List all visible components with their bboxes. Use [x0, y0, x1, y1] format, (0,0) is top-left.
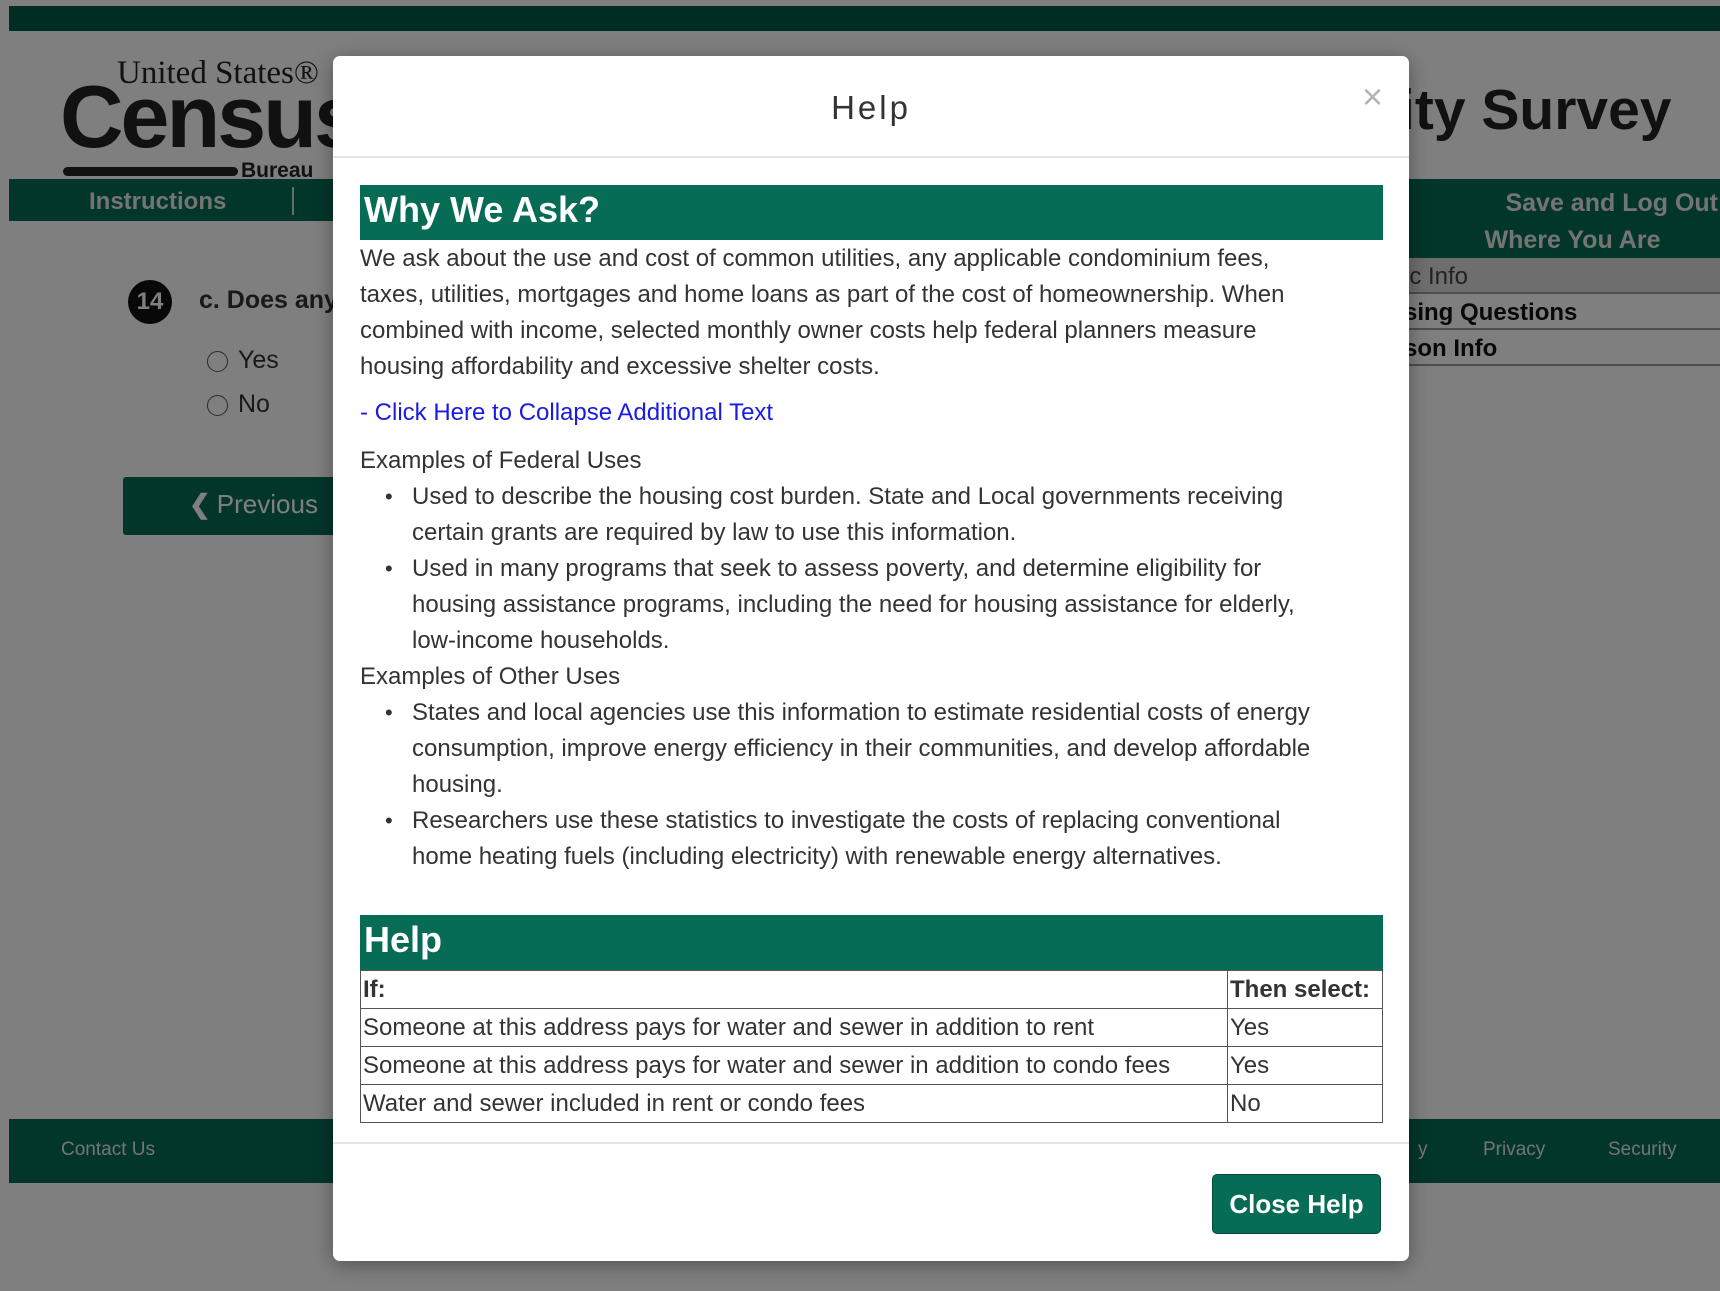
federal-uses-list: Used to describe the housing cost burden… — [360, 479, 1383, 659]
table-row: Someone at this address pays for water a… — [360, 1046, 1383, 1085]
other-uses-heading: Examples of Other Uses — [360, 663, 621, 690]
list-line: housing. — [412, 771, 503, 798]
modal-header: Help × — [333, 56, 1409, 158]
help-table: If: Then select: Someone at this address… — [360, 970, 1383, 1123]
why-line: We ask about the use and cost of common … — [360, 245, 1270, 272]
table-row: Water and sewer included in rent or cond… — [360, 1084, 1383, 1123]
list-line: Used in many programs that seek to asses… — [412, 555, 1262, 582]
collapse-text-link[interactable]: - Click Here to Collapse Additional Text — [360, 399, 1383, 427]
table-cell: Yes — [1227, 1046, 1383, 1085]
why-line: housing affordability and excessive shel… — [360, 353, 880, 380]
column-header-then: Then select: — [1227, 970, 1383, 1009]
list-line: consumption, improve energy efficiency i… — [412, 735, 1311, 762]
list-line: Researchers use these statistics to inve… — [412, 807, 1281, 834]
why-line: taxes, utilities, mortgages and home loa… — [360, 281, 1285, 308]
list-item: Used in many programs that seek to asses… — [385, 551, 1383, 659]
other-uses-list: States and local agencies use this infor… — [360, 695, 1383, 875]
list-line: Used to describe the housing cost burden… — [412, 483, 1284, 510]
federal-uses-heading: Examples of Federal Uses — [360, 447, 642, 474]
table-header-row: If: Then select: — [360, 970, 1383, 1009]
list-line: housing assistance programs, including t… — [412, 591, 1295, 618]
list-item: States and local agencies use this infor… — [385, 695, 1383, 803]
modal-body: Why We Ask? We ask about the use and cos… — [360, 185, 1383, 1123]
list-line: home heating fuels (including electricit… — [412, 843, 1222, 870]
list-line: States and local agencies use this infor… — [412, 699, 1310, 726]
modal-footer: Close Help — [333, 1142, 1409, 1261]
list-item: Used to describe the housing cost burden… — [385, 479, 1383, 551]
close-icon[interactable]: × — [1362, 76, 1383, 118]
table-cell: Someone at this address pays for water a… — [360, 1046, 1228, 1085]
close-help-button[interactable]: Close Help — [1212, 1174, 1381, 1234]
list-line: low-income households. — [412, 627, 670, 654]
why-we-ask-text: We ask about the use and cost of common … — [360, 241, 1383, 385]
table-row: Someone at this address pays for water a… — [360, 1008, 1383, 1047]
column-header-if: If: — [360, 970, 1228, 1009]
help-modal: Help × Why We Ask? We ask about the use … — [333, 56, 1409, 1261]
table-cell: Yes — [1227, 1008, 1383, 1047]
list-line: certain grants are required by law to us… — [412, 519, 1017, 546]
modal-title: Help — [831, 89, 911, 126]
table-cell: Someone at this address pays for water a… — [360, 1008, 1228, 1047]
why-line: combined with income, selected monthly o… — [360, 317, 1257, 344]
help-heading: Help — [360, 915, 1383, 970]
table-cell: Water and sewer included in rent or cond… — [360, 1084, 1228, 1123]
list-item: Researchers use these statistics to inve… — [385, 803, 1383, 875]
why-we-ask-heading: Why We Ask? — [360, 185, 1383, 240]
table-cell: No — [1227, 1084, 1383, 1123]
